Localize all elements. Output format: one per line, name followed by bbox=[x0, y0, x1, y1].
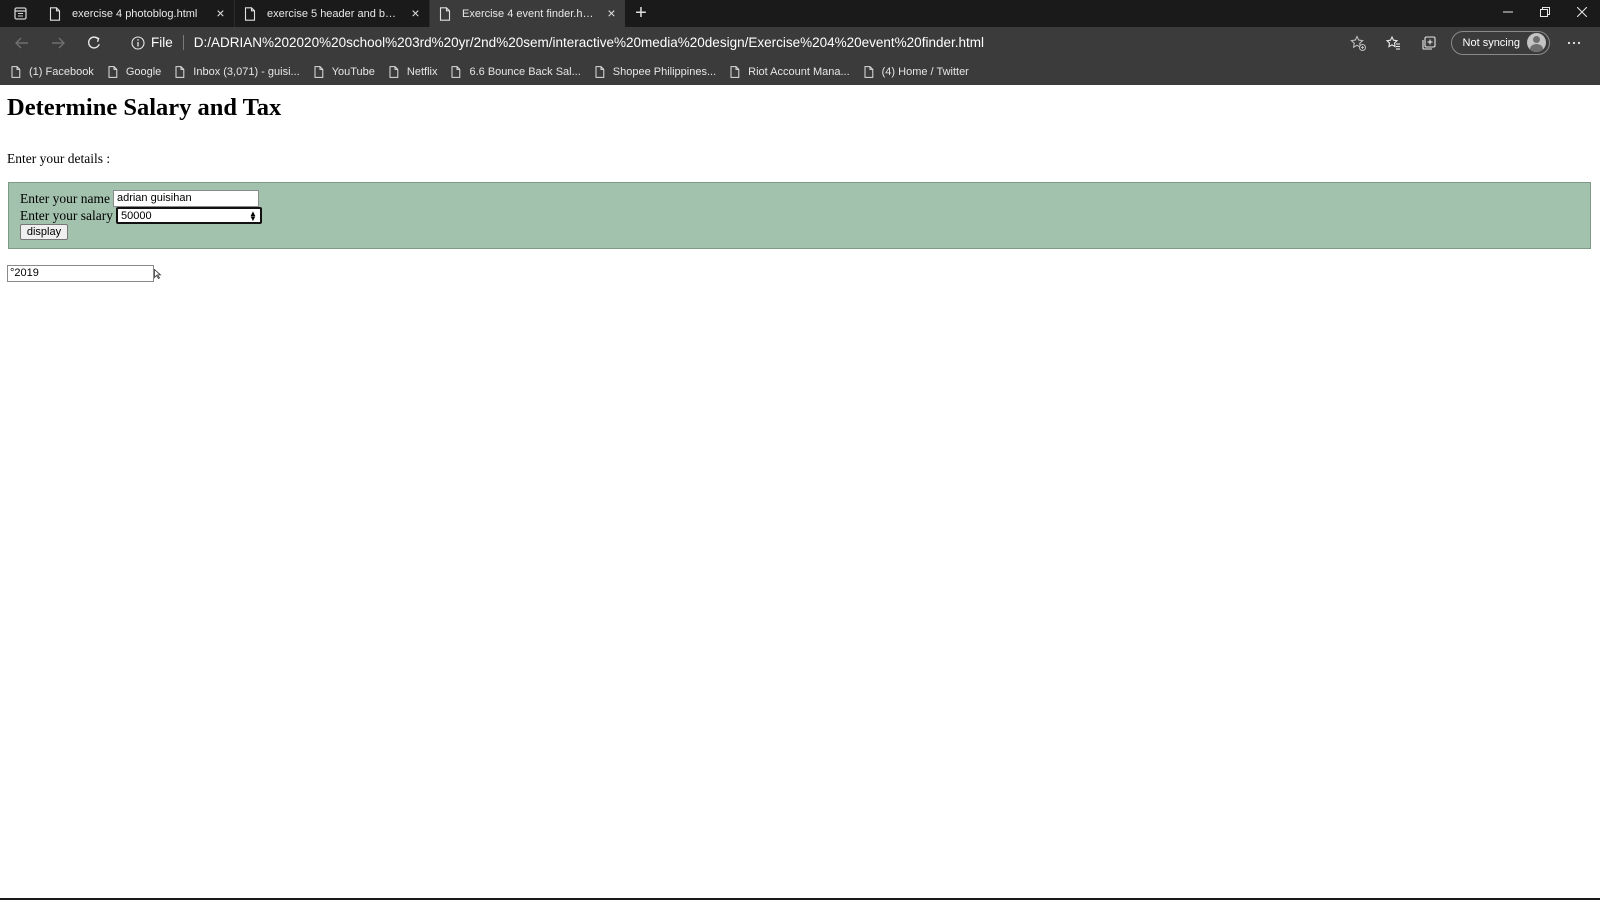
favorites-icon[interactable] bbox=[1375, 27, 1411, 58]
spinner-arrows-icon: ▲ ▼ bbox=[249, 208, 257, 223]
bookmark-bounce-back-sale[interactable]: 6.6 Bounce Back Sal... bbox=[451, 65, 581, 78]
bookmark-netflix[interactable]: Netflix bbox=[389, 65, 438, 78]
salary-label: Enter your salary bbox=[20, 207, 113, 223]
close-icon[interactable]: × bbox=[605, 6, 618, 20]
minimize-icon[interactable] bbox=[1489, 0, 1526, 24]
page-icon bbox=[389, 65, 399, 78]
bookmarks-bar: (1) Facebook Google Inbox (3,071) - guis… bbox=[0, 58, 1600, 85]
page-content: Determine Salary and Tax Enter your deta… bbox=[0, 85, 1600, 900]
info-icon[interactable] bbox=[131, 35, 145, 50]
window-controls bbox=[1489, 0, 1600, 27]
page-icon bbox=[595, 65, 605, 78]
arrow-right-icon[interactable] bbox=[40, 27, 76, 58]
tab-title: Exercise 4 event finder.html bbox=[462, 7, 595, 20]
intro-text: Enter your details : bbox=[7, 151, 111, 166]
sync-status-label: Not syncing bbox=[1462, 36, 1520, 49]
tab-title: exercise 4 photoblog.html bbox=[72, 7, 198, 20]
details-form: Enter your name adrian guisihan Enter yo… bbox=[8, 182, 1591, 249]
bookmark-facebook[interactable]: (1) Facebook bbox=[11, 66, 94, 78]
page-title: Determine Salary and Tax bbox=[7, 94, 282, 121]
page-icon bbox=[864, 65, 873, 78]
browser-titlebar: exercise 4 photoblog.html × exercise 5 h… bbox=[0, 0, 1600, 27]
address-bar[interactable]: File D:/ADRIAN%202020%20school%203rd%20y… bbox=[122, 28, 1372, 57]
bookmark-inbox[interactable]: Inbox (3,071) - guisi... bbox=[175, 65, 300, 78]
close-window-icon[interactable] bbox=[1563, 0, 1600, 24]
page-icon bbox=[108, 65, 118, 78]
bookmark-label: Google bbox=[125, 65, 162, 78]
close-icon[interactable]: × bbox=[214, 6, 227, 20]
bookmark-label: (4) Home / Twitter bbox=[881, 65, 969, 78]
tab-actions-icon[interactable] bbox=[0, 0, 40, 27]
collections-icon[interactable] bbox=[1411, 27, 1447, 58]
salary-row: Enter your salary 50000 ▲ ▼ bbox=[20, 207, 262, 224]
bookmark-shopee[interactable]: Shopee Philippines... bbox=[595, 66, 716, 78]
page-icon bbox=[451, 65, 461, 78]
name-input[interactable]: adrian guisihan bbox=[112, 190, 259, 207]
tab-header-and-body[interactable]: exercise 5 header and body.html × bbox=[235, 0, 430, 27]
more-icon[interactable] bbox=[1556, 27, 1592, 58]
page-icon bbox=[244, 6, 256, 21]
bookmark-youtube[interactable]: YouTube bbox=[314, 66, 375, 78]
bookmark-label: Netflix bbox=[406, 65, 438, 78]
arrow-left-icon[interactable] bbox=[4, 27, 40, 58]
page-icon bbox=[175, 65, 185, 78]
bookmark-label: YouTube bbox=[331, 65, 375, 78]
bookmark-label: 6.6 Bounce Back Sal... bbox=[469, 65, 581, 78]
scheme-label: File bbox=[151, 35, 173, 50]
restore-icon[interactable] bbox=[1526, 0, 1563, 24]
reload-icon[interactable] bbox=[76, 27, 112, 58]
new-tab-button[interactable]: + bbox=[625, 0, 657, 27]
mouse-cursor-icon bbox=[154, 269, 162, 279]
page-icon bbox=[49, 6, 61, 21]
page-icon bbox=[439, 6, 451, 21]
name-label: Enter your name bbox=[20, 190, 110, 206]
bookmark-label: Riot Account Mana... bbox=[748, 65, 850, 78]
tab-event-finder[interactable]: Exercise 4 event finder.html × bbox=[430, 0, 625, 27]
tab-title: exercise 5 header and body.html bbox=[267, 7, 399, 20]
salary-select-value: 50000 bbox=[120, 209, 152, 222]
salary-select[interactable]: 50000 ▲ ▼ bbox=[115, 207, 262, 224]
browser-toolbar: File D:/ADRIAN%202020%20school%203rd%20y… bbox=[0, 27, 1600, 58]
url-text[interactable]: D:/ADRIAN%202020%20school%203rd%20yr/2nd… bbox=[194, 35, 984, 50]
name-row: Enter your name adrian guisihan bbox=[20, 190, 259, 207]
add-favorite-icon[interactable] bbox=[1350, 35, 1366, 51]
display-button[interactable]: display bbox=[20, 224, 68, 240]
toolbar-right: Not syncing bbox=[1375, 27, 1600, 58]
page-icon bbox=[11, 65, 21, 78]
page-icon bbox=[730, 65, 740, 78]
tab-photoblog[interactable]: exercise 4 photoblog.html × bbox=[40, 0, 235, 27]
profile-sync-button[interactable]: Not syncing bbox=[1450, 30, 1550, 55]
address-separator bbox=[182, 35, 184, 50]
bookmark-label: Shopee Philippines... bbox=[612, 65, 717, 78]
bookmark-label: (1) Facebook bbox=[29, 65, 94, 78]
year-field[interactable]: °2019 bbox=[7, 265, 154, 282]
close-icon[interactable]: × bbox=[409, 6, 422, 20]
bookmark-twitter[interactable]: (4) Home / Twitter bbox=[864, 66, 969, 78]
bookmark-google[interactable]: Google bbox=[108, 66, 161, 78]
bookmark-label: Inbox (3,071) - guisi... bbox=[193, 65, 300, 78]
avatar bbox=[1527, 33, 1546, 52]
page-icon bbox=[314, 65, 323, 78]
bookmark-riot-account[interactable]: Riot Account Mana... bbox=[730, 66, 850, 78]
